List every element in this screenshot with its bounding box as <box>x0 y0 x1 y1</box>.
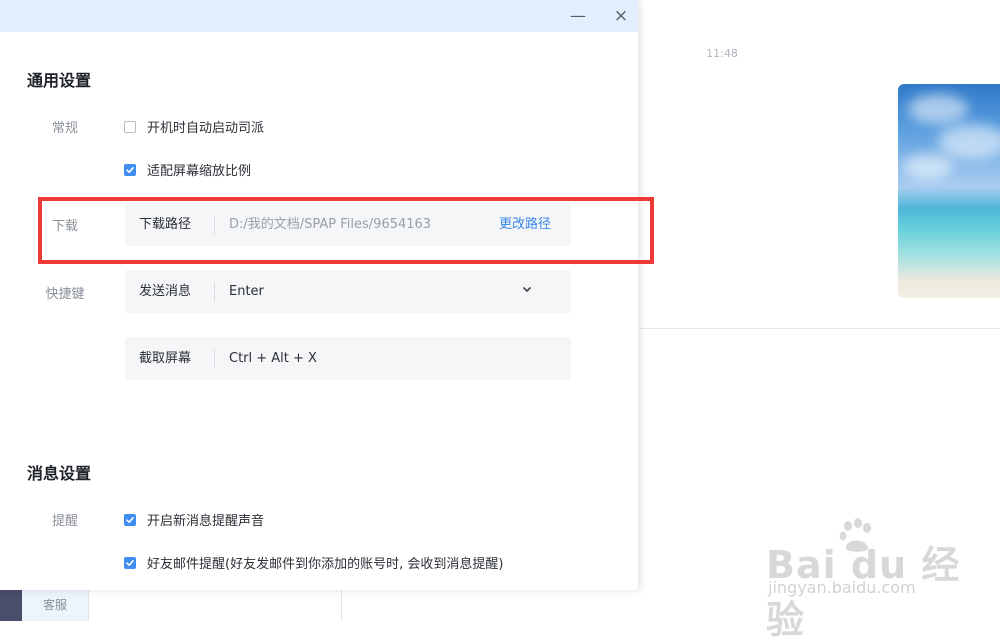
send-message-value: Enter <box>229 284 264 299</box>
new-message-sound-label: 开启新消息提醒声音 <box>147 514 265 529</box>
check-icon <box>126 166 134 173</box>
minimize-button[interactable]: — <box>566 4 590 28</box>
send-message-label: 发送消息 <box>139 284 192 299</box>
field-separator <box>214 282 215 302</box>
auto-start-option[interactable]: 开机时自动启动司派 <box>124 117 264 136</box>
chat-divider <box>640 328 1000 329</box>
check-icon <box>126 516 134 523</box>
auto-start-checkbox[interactable] <box>124 120 136 133</box>
watermark-url: jingyan.baidu.com <box>768 578 916 597</box>
general-label: 常规 <box>51 121 78 136</box>
send-message-shortcut-field[interactable]: 发送消息 Enter <box>125 270 571 313</box>
baidu-jingyan-watermark: Bai du 经验 jingyan.baidu.com <box>762 516 962 642</box>
screen-scale-option[interactable]: 适配屏幕缩放比例 <box>124 160 251 179</box>
general-settings-title: 通用设置 <box>27 71 92 90</box>
check-icon <box>126 559 134 566</box>
message-timestamp: 11:48 <box>706 47 738 60</box>
remind-label: 提醒 <box>51 514 78 529</box>
friend-mail-remind-label: 好友邮件提醒(好友发邮件到你添加的账号时, 会收到消息提醒) <box>147 557 504 572</box>
shortcuts-label: 快捷键 <box>45 287 85 302</box>
message-settings-title: 消息设置 <box>27 464 92 483</box>
chat-image-beach[interactable] <box>898 84 1000 298</box>
app-sidebar <box>0 590 22 621</box>
screenshot-label: 截取屏幕 <box>139 351 192 366</box>
chevron-down-icon[interactable] <box>521 282 533 296</box>
screen-scale-checkbox[interactable] <box>124 163 136 176</box>
highlight-box <box>38 197 654 264</box>
screen-scale-label: 适配屏幕缩放比例 <box>147 164 252 179</box>
new-message-sound-checkbox[interactable] <box>124 513 136 526</box>
auto-start-label: 开机时自动启动司派 <box>147 121 265 136</box>
panel-divider <box>341 590 342 621</box>
screenshot-shortcut-field[interactable]: 截取屏幕 Ctrl + Alt + X <box>125 337 571 380</box>
friend-mail-remind-checkbox[interactable] <box>124 556 136 569</box>
screenshot-value: Ctrl + Alt + X <box>229 351 317 366</box>
close-button[interactable]: × <box>609 4 633 28</box>
sidebar-item-label: 客服 <box>42 598 67 612</box>
dialog-titlebar: — × <box>0 0 638 32</box>
friend-mail-remind-option[interactable]: 好友邮件提醒(好友发邮件到你添加的账号时, 会收到消息提醒) <box>124 553 503 572</box>
field-separator <box>214 349 215 369</box>
sidebar-item-service[interactable]: 客服 <box>22 590 89 621</box>
new-message-sound-option[interactable]: 开启新消息提醒声音 <box>124 510 264 529</box>
settings-dialog: — × 通用设置 常规 开机时自动启动司派 适配屏幕缩放比例 下载 下载路径 D… <box>0 0 654 590</box>
